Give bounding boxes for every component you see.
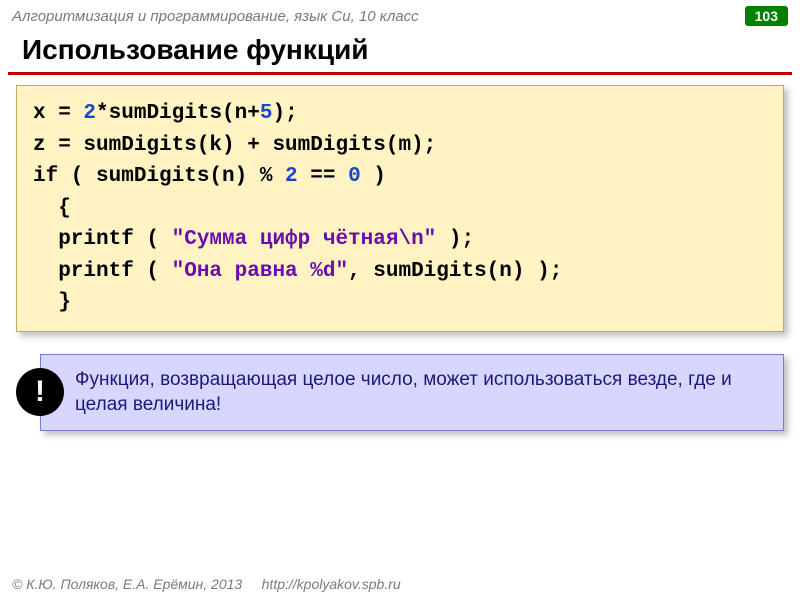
code-line-1: x = 2*sumDigits(n+5);	[33, 98, 767, 130]
code-block: x = 2*sumDigits(n+5); z = sumDigits(k) +…	[16, 85, 784, 332]
footer-copyright: © К.Ю. Поляков, Е.А. Ерёмин, 2013	[12, 576, 242, 592]
breadcrumb: Алгоритмизация и программирование, язык …	[12, 8, 419, 25]
page-title: Использование функций	[8, 30, 792, 75]
footer: © К.Ю. Поляков, Е.А. Ерёмин, 2013 http:/…	[12, 576, 401, 592]
code-line-3: if ( sumDigits(n) % 2 == 0 )	[33, 161, 767, 193]
note-row: ! Функция, возвращающая целое число, мож…	[16, 354, 784, 431]
code-line-2: z = sumDigits(k) + sumDigits(m);	[33, 130, 767, 162]
footer-url: http://kpolyakov.spb.ru	[262, 576, 401, 592]
exclamation-icon: !	[16, 368, 64, 416]
code-line-5: printf ( "Сумма цифр чётная\n" );	[33, 224, 767, 256]
code-line-6: printf ( "Она равна %d", sumDigits(n) );	[33, 256, 767, 288]
code-line-7: }	[33, 287, 767, 319]
page-number-badge: 103	[745, 6, 788, 26]
code-line-4: {	[33, 193, 767, 225]
header-bar: Алгоритмизация и программирование, язык …	[0, 0, 800, 30]
note-box: Функция, возвращающая целое число, может…	[40, 354, 784, 431]
